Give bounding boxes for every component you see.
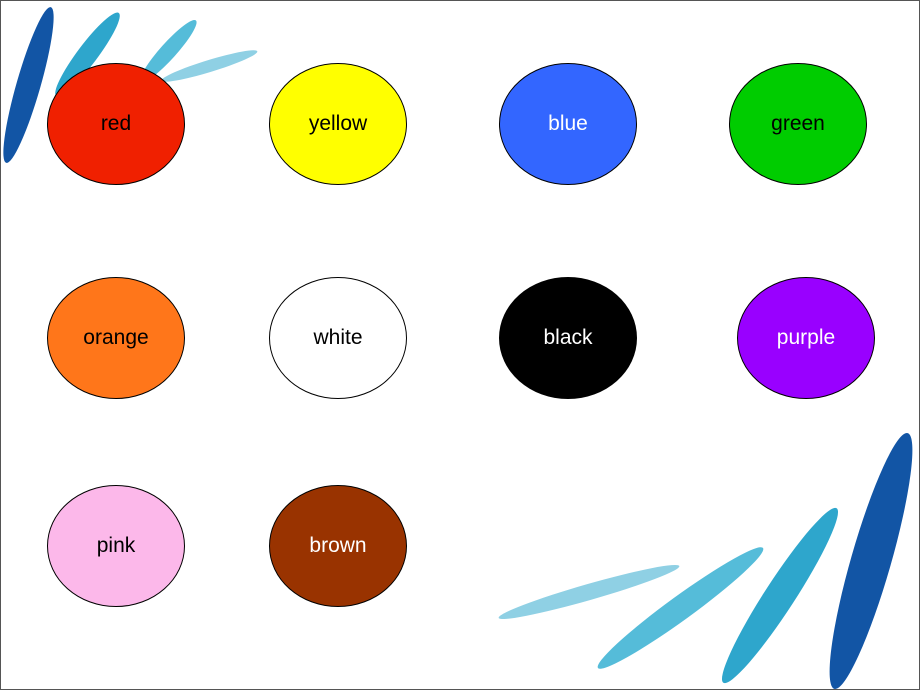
color-circle-red: red [47,63,185,185]
color-label: orange [83,326,149,349]
color-circle-purple: purple [737,277,875,399]
color-circle-green: green [729,63,867,185]
color-circle-brown: brown [269,485,407,607]
color-circle-orange: orange [47,277,185,399]
slide: red yellow blue green orange white black… [0,0,920,690]
bottom-right-leaves [498,433,913,689]
color-label: black [543,326,593,349]
color-label: blue [548,112,588,135]
color-label: green [771,112,825,135]
color-circle-pink: pink [47,485,185,607]
color-label: purple [776,326,836,349]
color-circle-black: black [499,277,637,399]
leaf-shape [829,433,913,689]
color-circle-blue: blue [499,63,637,185]
color-circle-white: white [269,277,407,399]
leaf-shape [721,507,839,684]
color-label: red [100,112,132,135]
color-label: brown [309,534,367,557]
color-label: yellow [308,112,368,135]
color-circle-yellow: yellow [269,63,407,185]
color-label: pink [96,534,136,557]
color-label: white [313,326,363,349]
